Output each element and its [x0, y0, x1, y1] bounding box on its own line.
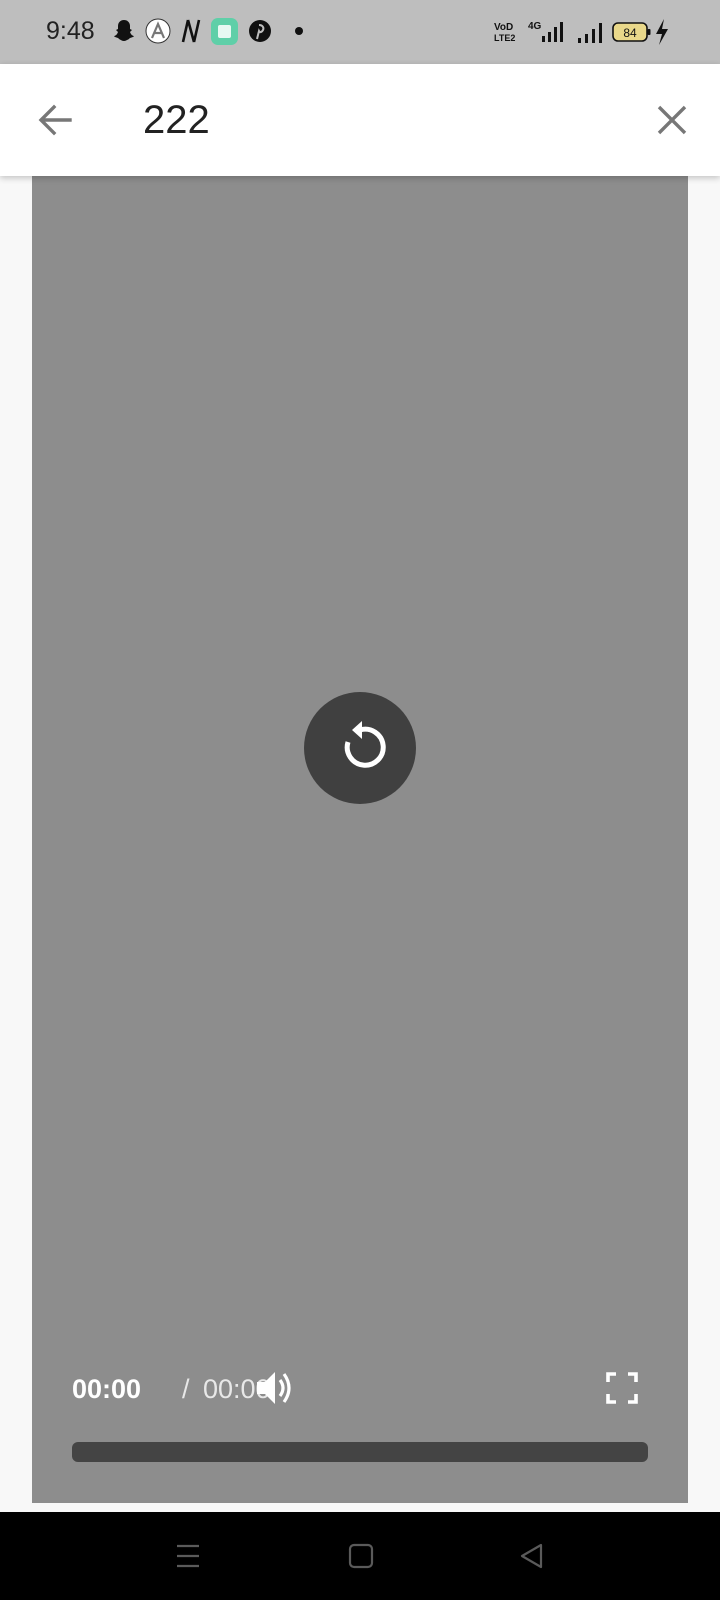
pinterest-icon — [249, 20, 271, 42]
svg-text:VoD: VoD — [494, 22, 513, 33]
system-nav-bar — [0, 1512, 720, 1600]
svg-text:84: 84 — [623, 26, 637, 40]
menu-icon[interactable] — [174, 1542, 202, 1570]
signal-4g-icon: 4G — [528, 21, 563, 42]
page-title: 222 — [143, 98, 210, 142]
arrow-left-icon — [38, 104, 72, 136]
close-icon — [657, 105, 687, 135]
volte-icon: VoD LTE2 — [494, 22, 515, 43]
svg-text:LTE2: LTE2 — [494, 33, 515, 43]
status-time: 9:48 — [46, 17, 95, 45]
volume-icon — [257, 1372, 291, 1404]
close-button[interactable] — [646, 94, 698, 146]
app-a-icon — [145, 18, 171, 44]
back-button[interactable] — [30, 94, 82, 146]
home-icon[interactable] — [347, 1542, 375, 1570]
time-separator: / — [182, 1374, 190, 1404]
fullscreen-icon — [606, 1372, 638, 1404]
netflix-icon — [181, 19, 201, 43]
volume-button[interactable] — [254, 1366, 298, 1410]
seek-bar[interactable] — [72, 1442, 648, 1462]
replay-icon — [344, 721, 386, 768]
charging-icon — [656, 19, 668, 45]
svg-text:4G: 4G — [528, 21, 542, 32]
snapchat-icon — [114, 20, 134, 41]
status-bar: 9:48 VoD LTE2 4G 84 — [0, 0, 720, 64]
current-time: 00:00 — [72, 1374, 142, 1404]
battery-icon: 84 — [612, 22, 651, 42]
app-bar: 222 — [0, 64, 720, 176]
replay-button[interactable] — [304, 692, 416, 804]
signal-bars-icon — [578, 23, 602, 43]
back-nav-icon[interactable] — [518, 1542, 546, 1570]
more-dot-icon — [295, 27, 303, 35]
system-status-icons: VoD LTE2 4G 84 — [480, 14, 720, 50]
video-player[interactable]: 00:00 / 00:00 — [32, 176, 688, 1503]
fullscreen-button[interactable] — [604, 1370, 640, 1406]
app-square-icon — [211, 18, 238, 45]
